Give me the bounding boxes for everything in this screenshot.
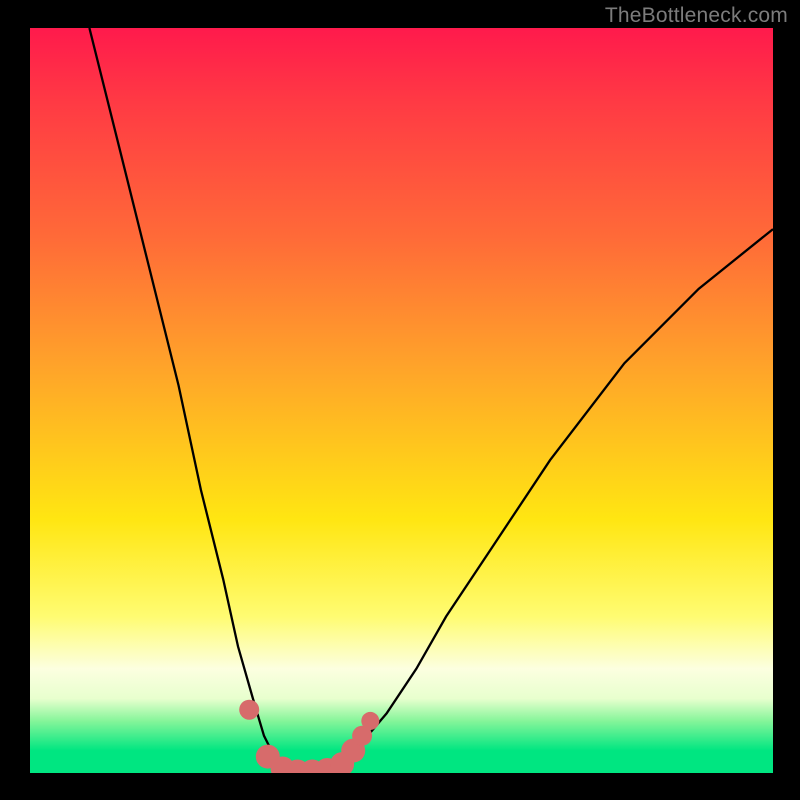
highlight-marker <box>361 712 379 730</box>
watermark-label: TheBottleneck.com <box>605 4 788 28</box>
bottleneck-curve <box>89 28 773 773</box>
curve-layer <box>30 28 773 773</box>
plot-area <box>30 28 773 773</box>
highlight-marker <box>239 700 259 720</box>
chart-frame: TheBottleneck.com <box>0 0 800 800</box>
highlight-markers <box>239 700 379 773</box>
